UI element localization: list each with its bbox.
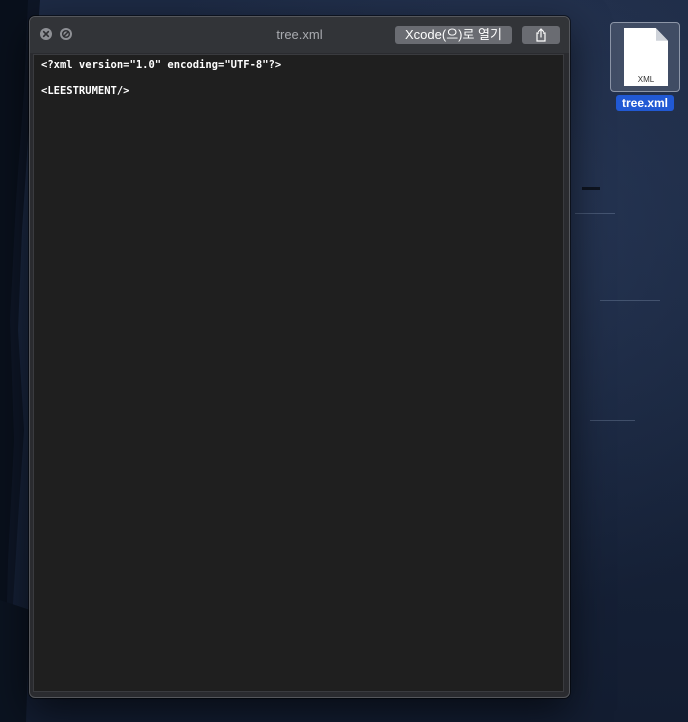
desktop-file-tree-xml[interactable]: XML tree.xml bbox=[610, 22, 680, 112]
file-preview-content[interactable]: <?xml version="1.0" encoding="UTF-8"?> <… bbox=[33, 54, 564, 692]
wave-line bbox=[590, 420, 635, 421]
file-name-label[interactable]: tree.xml bbox=[616, 95, 674, 111]
file-icon-selection: XML bbox=[610, 22, 680, 92]
wave-line bbox=[600, 300, 660, 301]
wave-line bbox=[575, 213, 615, 214]
title-bar[interactable]: tree.xml Xcode(으)로 열기 bbox=[30, 17, 569, 53]
share-icon bbox=[536, 28, 546, 42]
share-button[interactable] bbox=[522, 26, 560, 44]
file-type-label: XML bbox=[637, 75, 655, 84]
wave-line bbox=[582, 187, 600, 190]
code-line: <LEESTRUMENT/> bbox=[41, 85, 130, 97]
open-with-xcode-button[interactable]: Xcode(으)로 열기 bbox=[395, 26, 512, 44]
code-line: <?xml version="1.0" encoding="UTF-8"?> bbox=[41, 59, 282, 71]
quick-look-window: tree.xml Xcode(으)로 열기 <?xml version="1.0… bbox=[29, 16, 570, 698]
